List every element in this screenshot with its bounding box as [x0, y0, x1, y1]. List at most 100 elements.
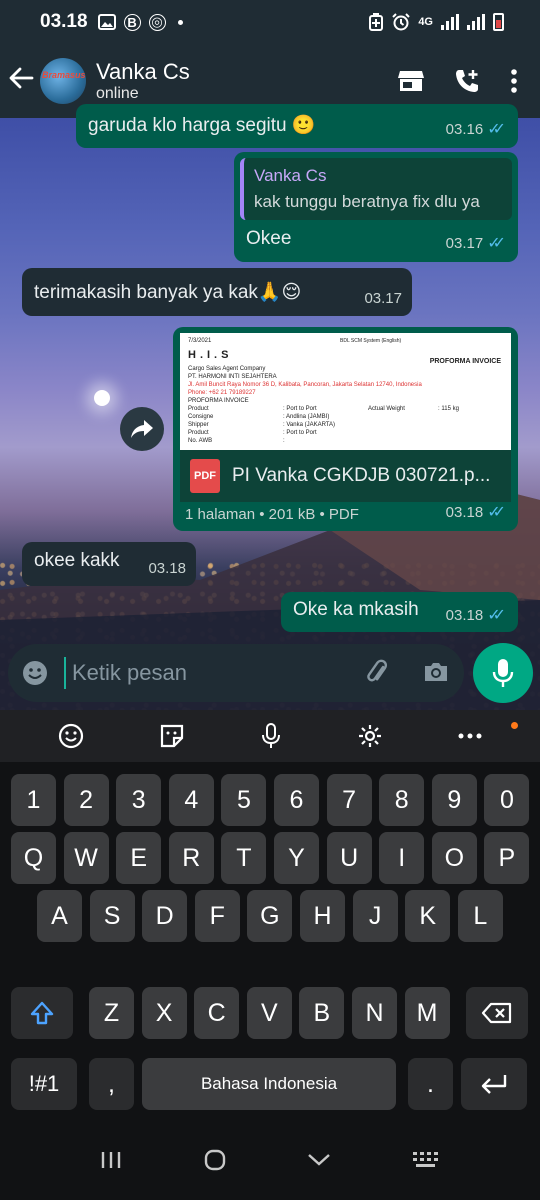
key-m[interactable]: M	[404, 987, 450, 1039]
outgoing-message[interactable]: Oke ka mkasih 03.18 ✓✓	[281, 592, 518, 632]
catalog-store-icon[interactable]	[398, 69, 424, 93]
symbols-key[interactable]: !#1	[11, 1058, 77, 1110]
key-x[interactable]: X	[141, 987, 187, 1039]
shift-key[interactable]	[11, 987, 73, 1039]
key-w[interactable]: W	[63, 832, 109, 884]
recent-apps-icon[interactable]	[100, 1150, 122, 1170]
key-o[interactable]: O	[431, 832, 477, 884]
preview-cell: Actual Weight	[368, 406, 405, 412]
more-options-icon[interactable]	[510, 68, 518, 94]
preview-cell: : Port to Port	[283, 406, 317, 412]
comma-key[interactable]: ,	[89, 1058, 134, 1110]
preview-cell: Product	[188, 430, 209, 436]
quoted-text: kak tunggu beratnya fix dlu ya	[254, 192, 480, 211]
pdf-preview-thumbnail[interactable]: 7/3/2021 BDL SCM System (English) H.I.S …	[180, 333, 511, 450]
preview-doc-type: PROFORMA INVOICE	[429, 358, 501, 365]
file-info-row[interactable]: PDF PI Vanka CGKDJB 030721.p...	[180, 450, 511, 502]
key-5[interactable]: 5	[221, 774, 267, 826]
key-j[interactable]: J	[352, 890, 398, 942]
outgoing-document-message[interactable]: 7/3/2021 BDL SCM System (English) H.I.S …	[173, 327, 518, 531]
key-9[interactable]: 9	[431, 774, 477, 826]
key-n[interactable]: N	[352, 987, 397, 1039]
key-s[interactable]: S	[89, 890, 135, 942]
message-time: 03.18	[445, 503, 484, 521]
voice-input-icon[interactable]	[261, 723, 281, 749]
incoming-message[interactable]: terimakasih banyak ya kak🙏😌 03.17	[22, 268, 412, 316]
preview-cell: : Vanka (JAKARTA)	[283, 422, 336, 428]
message-input[interactable]	[64, 657, 324, 689]
key-a[interactable]: A	[37, 890, 82, 942]
key-t[interactable]: T	[221, 832, 267, 884]
key-6[interactable]: 6	[274, 774, 319, 826]
preview-cell: Shipper	[188, 422, 209, 428]
add-call-icon[interactable]	[454, 68, 480, 94]
key-b[interactable]: B	[299, 987, 345, 1039]
more-notifications-dot	[177, 19, 183, 25]
preview-cell	[368, 413, 438, 421]
outgoing-reply-message[interactable]: Vanka Cs kak tunggu beratnya fix dlu ya …	[234, 152, 518, 262]
message-time: 03.16	[445, 120, 484, 138]
key-y[interactable]: Y	[274, 832, 319, 884]
space-key[interactable]: Bahasa Indonesia	[142, 1058, 396, 1110]
camera-icon[interactable]	[422, 660, 450, 684]
key-0[interactable]: 0	[484, 774, 530, 826]
key-8[interactable]: 8	[379, 774, 425, 826]
preview-row: Consigne: Andlina (JAMBI)	[188, 413, 503, 421]
keyboard-emoji-icon[interactable]	[58, 723, 84, 749]
key-i[interactable]: I	[379, 832, 425, 884]
preview-cell	[438, 413, 498, 421]
whatsapp-chat-screen: 03.18 B ◎ 4G Bramasusu Vanka Cs online	[0, 0, 540, 1200]
preview-line1: Cargo Sales Agent Company	[188, 366, 266, 372]
preview-row: No. AWB:	[188, 437, 503, 445]
key-3[interactable]: 3	[116, 774, 162, 826]
backspace-key[interactable]	[466, 987, 528, 1039]
keyboard-more-icon[interactable]	[458, 732, 482, 740]
key-l[interactable]: L	[457, 890, 503, 942]
key-4[interactable]: 4	[168, 774, 214, 826]
key-1[interactable]: 1	[11, 774, 56, 826]
alarm-icon	[392, 13, 411, 31]
key-h[interactable]: H	[300, 890, 345, 942]
voice-record-button[interactable]	[473, 643, 533, 703]
period-key[interactable]: .	[408, 1058, 453, 1110]
key-f[interactable]: F	[194, 890, 240, 942]
key-7[interactable]: 7	[326, 774, 372, 826]
key-z[interactable]: Z	[89, 987, 134, 1039]
key-k[interactable]: K	[405, 890, 451, 942]
quoted-message[interactable]: Vanka Cs kak tunggu beratnya fix dlu ya	[240, 158, 512, 220]
battery-icon	[493, 13, 504, 31]
backspace-icon	[481, 1002, 512, 1024]
message-time: 03.18	[445, 606, 484, 624]
incoming-message[interactable]: okee kakk 03.18	[22, 542, 196, 586]
keyboard-switch-icon[interactable]	[412, 1151, 440, 1169]
attach-paperclip-icon[interactable]	[364, 659, 392, 687]
wallpaper-moon	[94, 390, 110, 406]
key-u[interactable]: U	[326, 832, 372, 884]
key-2[interactable]: 2	[63, 774, 109, 826]
key-d[interactable]: D	[142, 890, 188, 942]
network-type-label: 4G	[418, 16, 433, 28]
sticker-icon[interactable]	[159, 723, 185, 749]
preview-address: Jl. Amil Buncit Raya Nomor 36 D, Kalibat…	[188, 382, 422, 388]
key-v[interactable]: V	[246, 987, 292, 1039]
keyboard-settings-icon[interactable]	[357, 723, 383, 749]
contact-status: online	[96, 85, 139, 102]
status-bar: 03.18 B ◎ 4G	[0, 0, 540, 44]
key-r[interactable]: R	[168, 832, 214, 884]
battery-saver-icon	[369, 13, 384, 31]
emoji-icon[interactable]	[22, 660, 48, 686]
key-g[interactable]: G	[247, 890, 293, 942]
contact-avatar[interactable]: Bramasusu	[40, 58, 86, 104]
outgoing-message[interactable]: garuda klo harga segitu 🙂 03.16 ✓✓	[76, 104, 518, 148]
forward-button[interactable]	[120, 407, 164, 451]
key-q[interactable]: Q	[11, 832, 56, 884]
key-e[interactable]: E	[116, 832, 162, 884]
home-icon[interactable]	[203, 1148, 227, 1172]
key-p[interactable]: P	[484, 832, 530, 884]
hide-keyboard-icon[interactable]	[307, 1153, 331, 1167]
preview-cell: Product	[188, 406, 209, 412]
contact-info[interactable]: Vanka Cs online	[96, 59, 190, 103]
key-c[interactable]: C	[194, 987, 240, 1039]
back-button[interactable]	[0, 65, 40, 97]
enter-key[interactable]	[461, 1058, 527, 1110]
